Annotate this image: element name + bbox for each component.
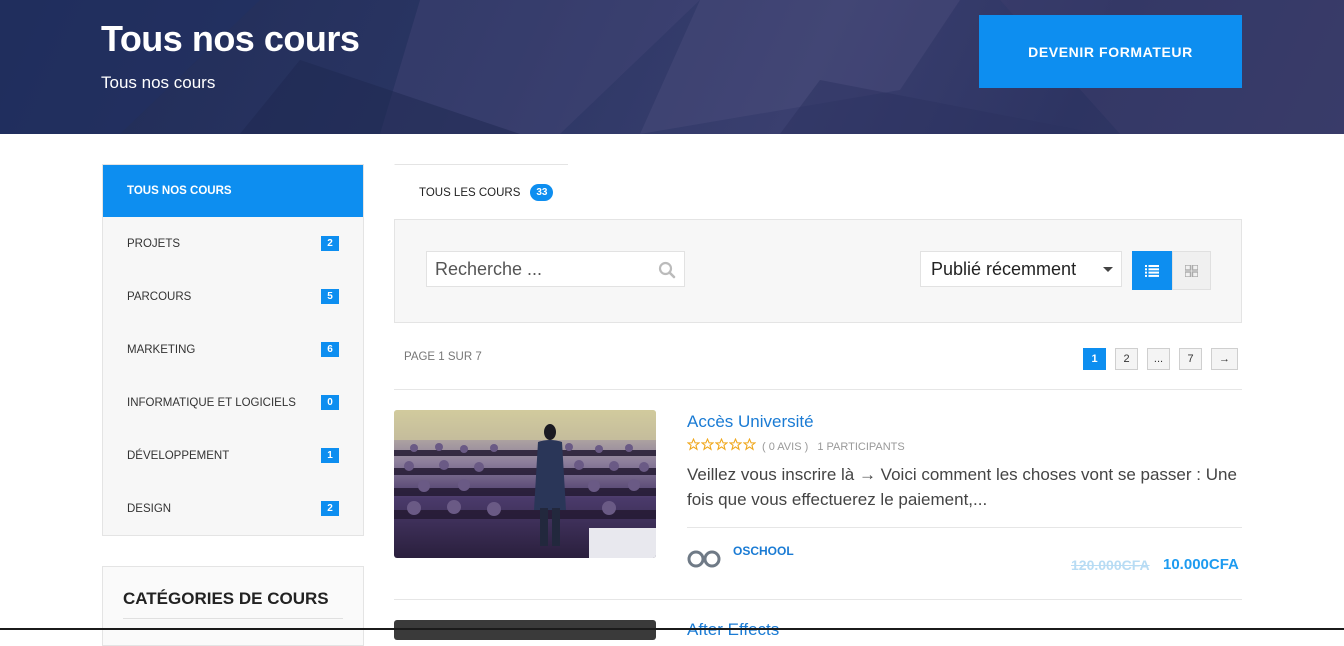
review-count: ( 0 AVIS ): [762, 441, 809, 453]
course-categories-widget: CATÉGORIES DE COURS: [102, 566, 364, 646]
star-outline-icon: [729, 438, 742, 451]
page-indicator: PAGE 1 SUR 7: [404, 351, 482, 363]
course-meta: ( 0 AVIS ) 1 PARTICIPANTS: [762, 441, 911, 453]
star-outline-icon: [743, 438, 756, 451]
list-view-button[interactable]: [1132, 251, 1172, 290]
sidebar-item-developpement[interactable]: DÉVELOPPEMENT 1: [103, 429, 363, 482]
page-subtitle: Tous nos cours: [101, 73, 216, 92]
grid-view-icon: [1185, 264, 1198, 277]
divider: [123, 618, 343, 619]
count-badge: 2: [321, 236, 339, 251]
course-category-sidebar: TOUS NOS COURS PROJETS 2 PARCOURS 5 MARK…: [102, 164, 364, 536]
star-outline-icon: [687, 438, 700, 451]
sidebar-item-label: PROJETS: [127, 237, 181, 250]
count-badge: 5: [321, 289, 339, 304]
page-title: Tous nos cours: [101, 18, 360, 59]
course-filter-bar: Publié récemment: [394, 219, 1242, 323]
course-title-link[interactable]: After Effects: [687, 620, 779, 640]
sale-price: 10.000CFA: [1163, 556, 1239, 573]
tab-all-courses[interactable]: TOUS LES COURS 33: [394, 164, 568, 220]
page-button-1[interactable]: 1: [1083, 348, 1106, 370]
count-badge: 2: [321, 501, 339, 516]
search-icon[interactable]: [658, 261, 676, 279]
sidebar-item-projets[interactable]: PROJETS 2: [103, 217, 363, 270]
sidebar-item-parcours[interactable]: PARCOURS 5: [103, 270, 363, 323]
course-count-badge: 33: [530, 184, 554, 201]
count-badge: 0: [321, 395, 339, 410]
page-button-7[interactable]: 7: [1179, 348, 1202, 370]
divider: [394, 599, 1242, 600]
tab-label: TOUS LES COURS: [419, 186, 521, 199]
sidebar-item-label: MARKETING: [127, 343, 196, 356]
count-badge: 1: [321, 448, 339, 463]
page-button-2[interactable]: 2: [1115, 348, 1138, 370]
sidebar-item-all-courses[interactable]: TOUS NOS COURS: [103, 165, 363, 217]
page-ellipsis[interactable]: ...: [1147, 348, 1170, 370]
widget-title: CATÉGORIES DE COURS: [123, 589, 329, 608]
course-photo: [394, 410, 656, 558]
course-title-link[interactable]: Accès Université: [687, 412, 814, 432]
sidebar-item-marketing[interactable]: MARKETING 6: [103, 323, 363, 376]
star-outline-icon: [715, 438, 728, 451]
sidebar-item-informatique[interactable]: INFORMATIQUE ET LOGICIELS 0: [103, 376, 363, 429]
search-input[interactable]: [427, 252, 642, 286]
sidebar-item-label: DÉVELOPPEMENT: [127, 449, 230, 462]
sidebar-item-label: INFORMATIQUE ET LOGICIELS: [127, 396, 296, 409]
count-badge: 6: [321, 342, 339, 357]
search-box: [426, 251, 685, 287]
list-view-icon: [1145, 264, 1159, 277]
sidebar-item-label: PARCOURS: [127, 290, 192, 303]
chevron-down-icon: [1103, 267, 1113, 272]
sidebar-item-design[interactable]: DESIGN 2: [103, 482, 363, 535]
course-description: Veillez vous inscrire là → Voici comment…: [687, 465, 1237, 509]
sort-select[interactable]: Publié récemment: [920, 251, 1122, 287]
author-link[interactable]: OSCHOOL: [733, 544, 794, 558]
grid-view-button[interactable]: [1172, 251, 1211, 290]
pagination: 1 2 ... 7 →: [1083, 348, 1238, 370]
course-thumbnail[interactable]: [394, 620, 656, 640]
next-page-button[interactable]: →: [1211, 348, 1238, 370]
rating-stars: [687, 438, 756, 451]
original-price: 120.000CFA: [1071, 557, 1150, 573]
sidebar-item-label: DESIGN: [127, 502, 172, 515]
course-thumbnail[interactable]: [394, 410, 656, 558]
divider: [394, 389, 1242, 390]
star-outline-icon: [701, 438, 714, 451]
author-logo-icon[interactable]: [687, 549, 721, 569]
page-hero: Tous nos cours Tous nos cours DEVENIR FO…: [0, 0, 1344, 134]
become-instructor-button[interactable]: DEVENIR FORMATEUR: [979, 15, 1242, 88]
divider: [687, 527, 1242, 528]
participant-count: 1 PARTICIPANTS: [817, 441, 905, 453]
sidebar-item-label: TOUS NOS COURS: [127, 185, 232, 197]
sort-selected-value: Publié récemment: [931, 258, 1077, 279]
